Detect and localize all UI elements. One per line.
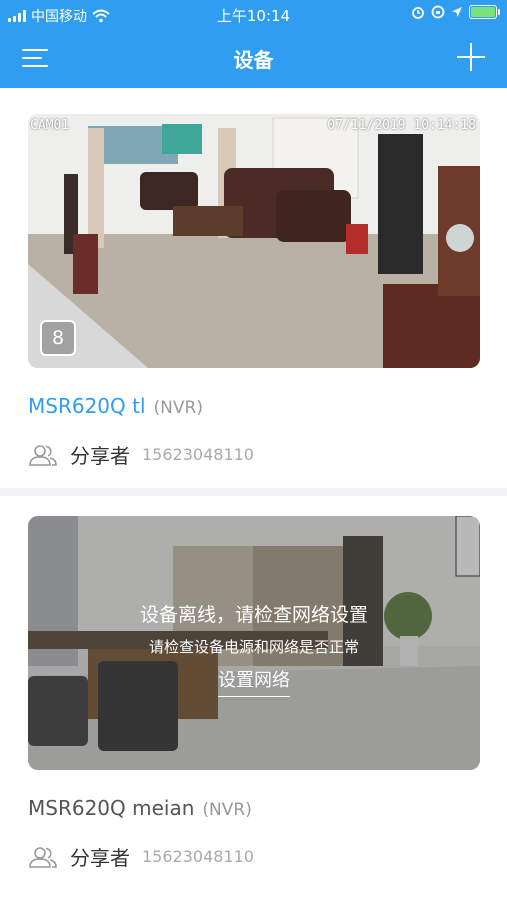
alarm-icon [412,7,424,19]
device-type: (NVR) [153,398,203,418]
share-phone: 15623048110 [142,445,254,464]
setup-network-link[interactable]: 设置网络 [218,666,290,697]
offline-title: 设备离线，请检查网络设置 [139,604,368,626]
channel-count-badge: 8 [40,320,76,356]
device-name-label: MSR620Q tl [28,394,146,418]
device-card[interactable]: CAM01 07/11/2019 10:14:18 8 MSR620Q tl (N… [0,88,507,488]
add-device-button[interactable] [457,43,485,71]
app-header: 中国移动 上午10:14 设备 [0,0,507,88]
rotation-lock-icon [431,5,445,19]
share-label: 分享者 [70,444,130,468]
offline-subtitle: 请检查设备电源和网络是否正常 [148,638,359,656]
device-name-label: MSR620Q meian [28,796,195,820]
offline-overlay: 设备离线，请检查网络设置 请检查设备电源和网络是否正常 设置网络 [28,516,480,770]
device-card[interactable]: 设备离线，请检查网络设置 请检查设备电源和网络是否正常 设置网络 MSR620Q… [0,496,507,900]
users-icon [29,846,57,868]
camera-snapshot-image [28,114,480,368]
share-info: 分享者 15623048110 [28,440,254,469]
status-bar: 中国移动 上午10:14 [0,0,507,30]
osd-timestamp: 07/11/2019 10:14:18 [327,118,476,133]
nav-bar: 设备 [0,34,507,80]
camera-preview[interactable]: 设备离线，请检查网络设置 请检查设备电源和网络是否正常 设置网络 [28,516,480,770]
device-name[interactable]: MSR620Q tl (NVR) [28,394,203,418]
device-name[interactable]: MSR620Q meian (NVR) [28,796,252,820]
device-type: (NVR) [202,800,252,820]
share-info: 分享者 15623048110 [28,842,254,871]
share-label: 分享者 [70,846,130,870]
page-title: 设备 [233,48,274,72]
channel-label: CAM01 [30,118,70,133]
users-icon [29,444,57,466]
battery-icon [469,5,500,19]
location-icon [452,7,462,17]
share-phone: 15623048110 [142,847,254,866]
camera-preview[interactable]: CAM01 07/11/2019 10:14:18 8 [28,114,480,368]
